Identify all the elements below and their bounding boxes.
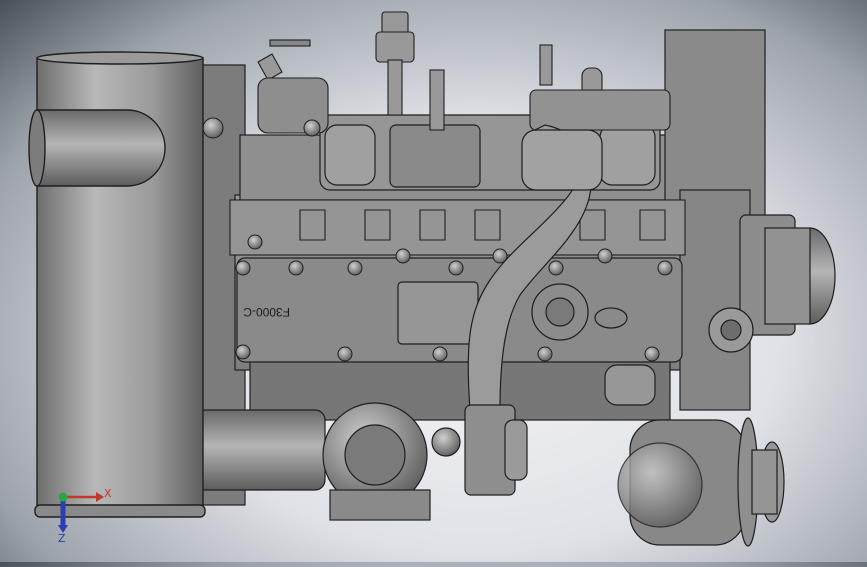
z-axis-label: Z [58, 532, 66, 545]
x-axis-label: X [104, 487, 112, 500]
model-label: F3000-C [243, 305, 290, 319]
engine-model: F3000-C X Z [28, 11, 836, 547]
air-intake-pipe [28, 51, 206, 518]
alternator [617, 417, 785, 547]
cad-viewport[interactable]: F3000-C X Z [0, 0, 867, 562]
cylinder-head [229, 199, 686, 256]
